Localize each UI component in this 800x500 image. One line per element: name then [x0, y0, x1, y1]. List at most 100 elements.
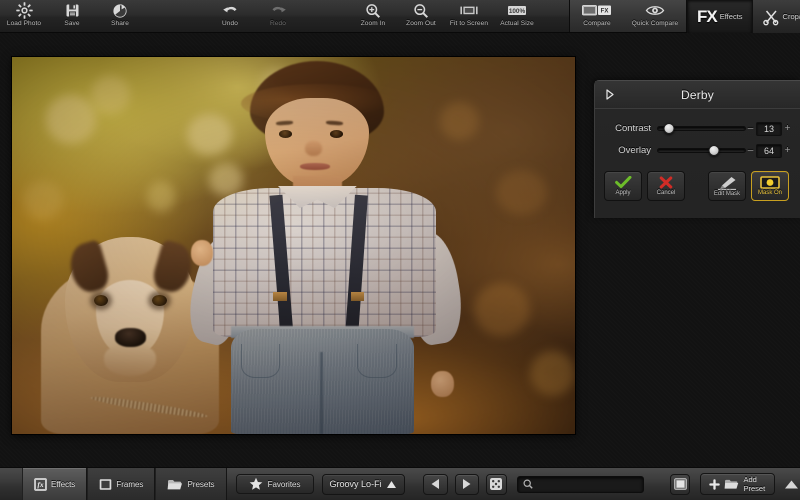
random-effect-button[interactable] [485, 473, 507, 495]
zoom-in-label: Zoom In [360, 20, 386, 27]
slider-group: Contrast – 13 + Overlay – 64 + [595, 109, 800, 160]
toolbar-gap-3 [541, 0, 569, 32]
tab-frames-browser[interactable]: Frames [87, 467, 156, 500]
folder-icon [724, 478, 739, 490]
boy-eye-right [329, 129, 343, 138]
triangle-up-icon [784, 479, 799, 490]
search-icon [523, 479, 533, 489]
overlay-value[interactable]: 64 [756, 143, 782, 158]
dog-ear-left [64, 239, 112, 296]
svg-text:fx: fx [37, 480, 43, 489]
redo-button[interactable]: Redo [254, 0, 302, 33]
presets-folder-icon [167, 478, 183, 491]
bokeh-dot [45, 94, 97, 144]
contrast-increment[interactable]: + [783, 123, 792, 134]
contrast-decrement[interactable]: – [746, 123, 755, 134]
overlay-slider-knob[interactable] [708, 145, 720, 156]
triangle-right-icon[interactable] [604, 89, 615, 101]
favorites-button[interactable]: Favorites [235, 474, 314, 494]
zoom-out-label: Zoom Out [406, 20, 436, 27]
dice-icon [489, 477, 503, 491]
contrast-slider-knob[interactable] [663, 123, 675, 134]
triangle-left-icon [430, 478, 441, 490]
tab-presets-browser[interactable]: Presets [155, 467, 227, 500]
dog-ear-right [150, 239, 198, 296]
save-label: Save [64, 20, 80, 27]
tab-effects-browser[interactable]: fx Effects [22, 467, 88, 500]
redo-label: Redo [270, 20, 286, 27]
dog-eye-right [152, 294, 167, 307]
svg-text:100%: 100% [509, 8, 526, 15]
contrast-slider[interactable] [657, 123, 746, 134]
fit-to-screen-button[interactable]: Fit to Screen [445, 0, 493, 33]
tab-effects[interactable]: FX Effects [687, 0, 752, 33]
page-title: Derby [680, 87, 714, 102]
fx-icon: FX [697, 7, 718, 26]
slider-row-contrast: Contrast – 13 + [603, 119, 792, 138]
zoom-out-button[interactable]: Zoom Out [397, 0, 445, 33]
triangle-up-icon [386, 480, 397, 489]
compare-button[interactable]: FX Compare [570, 0, 624, 33]
browser-tabs: fx Effects Frames Presets [22, 467, 227, 500]
boy-plaid-shirt [213, 187, 437, 337]
overlay-slider[interactable] [657, 145, 746, 156]
view-toggle-button[interactable] [669, 473, 691, 495]
edit-mask-button[interactable]: Edit Mask [708, 171, 746, 201]
compare-tools-group: FX Compare Quick Compare [569, 0, 687, 32]
bokeh-dot [529, 351, 575, 397]
overlay-decrement[interactable]: – [746, 145, 755, 156]
search-input[interactable] [536, 479, 654, 489]
load-photo-button[interactable]: Load Photo [0, 0, 48, 33]
overlay-increment[interactable]: + [783, 145, 792, 156]
bokeh-dot [90, 75, 131, 114]
add-preset-button[interactable]: Add Preset [700, 473, 775, 495]
triangle-right-icon [461, 478, 472, 490]
tab-crop-rotate[interactable]: Crop/Rotate [751, 0, 800, 33]
photo-preview[interactable] [12, 57, 575, 434]
cancel-button[interactable]: Cancel [647, 171, 685, 201]
save-button[interactable]: Save [48, 0, 96, 33]
undo-button[interactable]: Undo [206, 0, 254, 33]
file-tools-group: Load Photo Save Share [0, 0, 144, 33]
effect-settings-panel: Derby Contrast – 13 + Overlay – 64 + App… [594, 80, 800, 218]
star-icon [249, 477, 263, 491]
slider-row-overlay: Overlay – 64 + [603, 141, 792, 160]
bokeh-dot [473, 283, 530, 336]
panel-header: Derby [595, 81, 800, 109]
zoom-tools-group: Zoom In Zoom Out Fit to Screen 100% Actu… [349, 0, 541, 33]
category-dropdown[interactable]: Groovy Lo-Fi [321, 473, 406, 495]
tab-frames-browser-label: Frames [116, 479, 144, 489]
boy-jeans-pocket-right [356, 344, 397, 378]
previous-effect-button[interactable] [423, 473, 448, 495]
share-arrow-icon [112, 2, 128, 19]
share-label: Share [111, 20, 129, 27]
contrast-value[interactable]: 13 [756, 121, 782, 136]
magnifier-minus-icon [413, 2, 429, 19]
redo-arrow-icon [270, 2, 287, 19]
mask-brush-icon [717, 176, 737, 190]
dog-snout [104, 343, 157, 376]
magnifier-plus-icon [365, 2, 381, 19]
image-canvas[interactable]: Derby Contrast – 13 + Overlay – 64 + App… [0, 33, 800, 467]
mask-on-button[interactable]: Mask On [751, 171, 789, 201]
search-field[interactable] [516, 475, 654, 493]
eject-panel-button[interactable] [783, 473, 800, 495]
boy-suspender-clip-right [350, 292, 364, 302]
apply-button[interactable]: Apply [604, 171, 642, 201]
fit-to-screen-label: Fit to Screen [449, 20, 489, 27]
green-check-icon [614, 176, 632, 189]
bottom-toolbar: fx Effects Frames Presets Favorites Groo… [0, 467, 800, 500]
quick-compare-label: Quick Compare [631, 20, 679, 27]
photo-editor-window: Load Photo Save Share Undo Redo Zoom In … [0, 0, 800, 500]
svg-text:FX: FX [601, 9, 609, 15]
load-photo-label: Load Photo [6, 20, 42, 27]
overlay-label: Overlay [618, 145, 651, 156]
quick-compare-button[interactable]: Quick Compare [624, 0, 686, 33]
share-button[interactable]: Share [96, 0, 144, 33]
boy-hand-right [431, 370, 454, 397]
next-effect-button[interactable] [454, 473, 479, 495]
zoom-in-button[interactable]: Zoom In [349, 0, 397, 33]
apply-label: Apply [615, 190, 631, 196]
actual-size-label: Actual Size [500, 20, 534, 27]
actual-size-button[interactable]: 100% Actual Size [493, 0, 541, 33]
